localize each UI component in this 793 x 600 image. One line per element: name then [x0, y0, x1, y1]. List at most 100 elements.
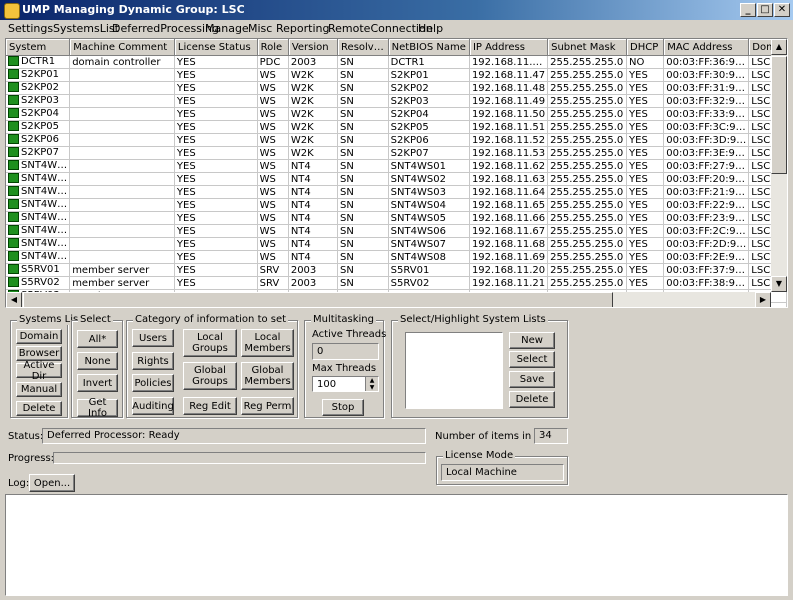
table-row[interactable]: S5RV01 member server YES SRV 2003 SN S5RV01 192…: [6, 263, 787, 277]
column-header[interactable]: License Status: [174, 39, 258, 56]
table-row[interactable]: S2KP01 YES WS W2K SN S2KP01 192.168.11.47 255.2…: [6, 68, 787, 82]
scroll-left-icon[interactable]: ◀: [6, 292, 22, 307]
table-row[interactable]: S2KP02 YES WS W2K SN S2KP02 192.168.11.48 255.2…: [6, 81, 787, 95]
table-row[interactable]: SNT4W… YES WS NT4 SN SNT4WS07 192.168.11.68 255…: [6, 237, 787, 251]
max-threads-spinner[interactable]: 100 ▲ ▼: [312, 376, 379, 392]
table-cell: SN: [337, 263, 389, 277]
table-row[interactable]: S2KP05 YES WS W2K SN S2KP05 192.168.11.51 255.2…: [6, 120, 787, 134]
horizontal-scrollbar[interactable]: ◀ ▶: [6, 292, 771, 307]
menu-deferredprocessing[interactable]: DeferredProcessing: [112, 22, 219, 35]
table-cell: 255.255.255.0: [547, 159, 628, 173]
table-cell: YES: [174, 198, 258, 212]
max-threads-value: 100: [317, 379, 337, 390]
column-header[interactable]: Resolv…: [337, 39, 389, 56]
column-header[interactable]: IP Address: [469, 39, 549, 56]
menu-reporting[interactable]: Reporting: [276, 22, 329, 35]
local-members-button[interactable]: Local Members: [241, 329, 294, 357]
table-row[interactable]: SNT4W… YES WS NT4 SN SNT4WS08 192.168.11.69 255…: [6, 250, 787, 264]
local-groups-button[interactable]: Local Groups: [183, 329, 237, 357]
domain-button[interactable]: Domain: [16, 329, 62, 344]
maximize-icon[interactable]: □: [757, 3, 773, 17]
table-cell: 255.255.255.0: [547, 55, 628, 69]
table-cell: NO: [626, 55, 665, 69]
table-row[interactable]: SNT4W… YES WS NT4 SN SNT4WS03 192.168.11.64 255…: [6, 185, 787, 199]
table-cell: S2KP02: [6, 81, 71, 95]
vertical-scrollbar[interactable]: ▲ ▼: [771, 39, 787, 292]
select-list-button[interactable]: Select: [509, 351, 555, 368]
computer-icon: [8, 186, 19, 196]
select-all-button[interactable]: All*: [77, 330, 118, 348]
system-lists-listbox[interactable]: [405, 332, 503, 409]
table-row[interactable]: S5RV02 member server YES SRV 2003 SN S5RV02 192…: [6, 276, 787, 290]
users-button[interactable]: Users: [132, 329, 174, 347]
reg-perm-button[interactable]: Reg Perm: [241, 397, 294, 415]
menu-remoteconnection[interactable]: RemoteConnection: [328, 22, 433, 35]
minimize-icon[interactable]: _: [740, 3, 756, 17]
reg-edit-button[interactable]: Reg Edit: [183, 397, 237, 415]
table-cell: 00:03:FF:2C:9…: [663, 224, 750, 238]
policies-button[interactable]: Policies: [132, 374, 174, 392]
menu-help[interactable]: Help: [418, 22, 443, 35]
table-row[interactable]: SNT4W… YES WS NT4 SN SNT4WS01 192.168.11.62 255…: [6, 159, 787, 173]
spinner-arrows-icon[interactable]: ▲ ▼: [365, 377, 378, 391]
scroll-down-icon[interactable]: ▼: [771, 276, 787, 292]
table-row[interactable]: S2KP03 YES WS W2K SN S2KP03 192.168.11.49 255.2…: [6, 94, 787, 108]
global-groups-button[interactable]: Global Groups: [183, 362, 237, 390]
column-header[interactable]: Machine Comment: [69, 39, 175, 56]
table-cell: [69, 250, 175, 264]
table-row[interactable]: S2KP04 YES WS W2K SN S2KP04 192.168.11.50 255.2…: [6, 107, 787, 121]
table-row[interactable]: SNT4W… YES WS NT4 SN SNT4WS04 192.168.11.65 255…: [6, 198, 787, 212]
table-cell: 00:03:FF:22:9…: [663, 198, 750, 212]
column-header[interactable]: MAC Address: [663, 39, 750, 56]
open-log-button[interactable]: Open...: [29, 474, 75, 492]
invert-button[interactable]: Invert: [77, 374, 118, 392]
table-row[interactable]: SNT4W… YES WS NT4 SN SNT4WS06 192.168.11.67 255…: [6, 224, 787, 238]
table-cell: SN: [337, 250, 389, 264]
system-name: S5RV01: [21, 264, 60, 275]
system-name: SNT4W…: [21, 225, 68, 236]
scroll-up-icon[interactable]: ▲: [771, 39, 787, 55]
delete-list-button[interactable]: Delete: [16, 401, 62, 416]
new-list-button[interactable]: New: [509, 332, 555, 349]
menu-systemslist[interactable]: SystemsList: [53, 22, 119, 35]
column-header[interactable]: System: [6, 39, 71, 56]
multitasking-label: Multitasking: [311, 314, 376, 325]
log-textarea[interactable]: [5, 494, 788, 596]
save-list-button[interactable]: Save: [509, 371, 555, 388]
system-name: SNT4W…: [21, 160, 68, 171]
computer-icon: [8, 212, 19, 222]
column-header[interactable]: DHCP: [626, 39, 665, 56]
column-header[interactable]: NetBIOS Name: [388, 39, 470, 56]
table-row[interactable]: SNT4W… YES WS NT4 SN SNT4WS02 192.168.11.63 255…: [6, 172, 787, 186]
manual-button[interactable]: Manual: [16, 382, 62, 397]
close-icon[interactable]: ✕: [774, 3, 790, 17]
vertical-scroll-thumb[interactable]: [771, 56, 787, 174]
rights-button[interactable]: Rights: [132, 352, 174, 370]
systems-grid[interactable]: System Machine Comment License Status Role V…: [5, 38, 788, 308]
global-members-button[interactable]: Global Members: [241, 362, 294, 390]
table-row[interactable]: S2KP06 YES WS W2K SN S2KP06 192.168.11.52 255.2…: [6, 133, 787, 147]
get-info-button[interactable]: Get Info: [77, 397, 118, 419]
menu-settings[interactable]: Settings: [8, 22, 53, 35]
select-none-button[interactable]: None: [77, 352, 118, 370]
menu-misc[interactable]: Misc: [248, 22, 272, 35]
stop-button[interactable]: Stop: [322, 399, 364, 416]
computer-icon: [8, 238, 19, 248]
auditing-button[interactable]: Auditing: [132, 397, 174, 415]
table-row[interactable]: SNT4W… YES WS NT4 SN SNT4WS05 192.168.11.66 255…: [6, 211, 787, 225]
table-row[interactable]: DCTR1 domain controller YES PDC 2003 SN DCTR1 1…: [6, 55, 787, 69]
table-row[interactable]: S2KP07 YES WS W2K SN S2KP07 192.168.11.53 255.2…: [6, 146, 787, 160]
column-header[interactable]: Subnet Mask: [547, 39, 628, 56]
column-header[interactable]: Role: [257, 39, 289, 56]
horizontal-scroll-thumb[interactable]: [23, 292, 613, 307]
table-cell: S2KP07: [6, 146, 71, 160]
active-dir-button[interactable]: Active Dir: [16, 360, 62, 382]
scroll-right-icon[interactable]: ▶: [755, 292, 771, 307]
table-cell: [69, 68, 175, 82]
table-cell: YES: [174, 224, 258, 238]
column-header[interactable]: Version: [288, 39, 339, 56]
table-cell: 255.255.255.0: [547, 146, 628, 160]
delete-highlight-button[interactable]: Delete: [509, 391, 555, 408]
menu-manage[interactable]: Manage: [205, 22, 249, 35]
table-cell: [69, 185, 175, 199]
